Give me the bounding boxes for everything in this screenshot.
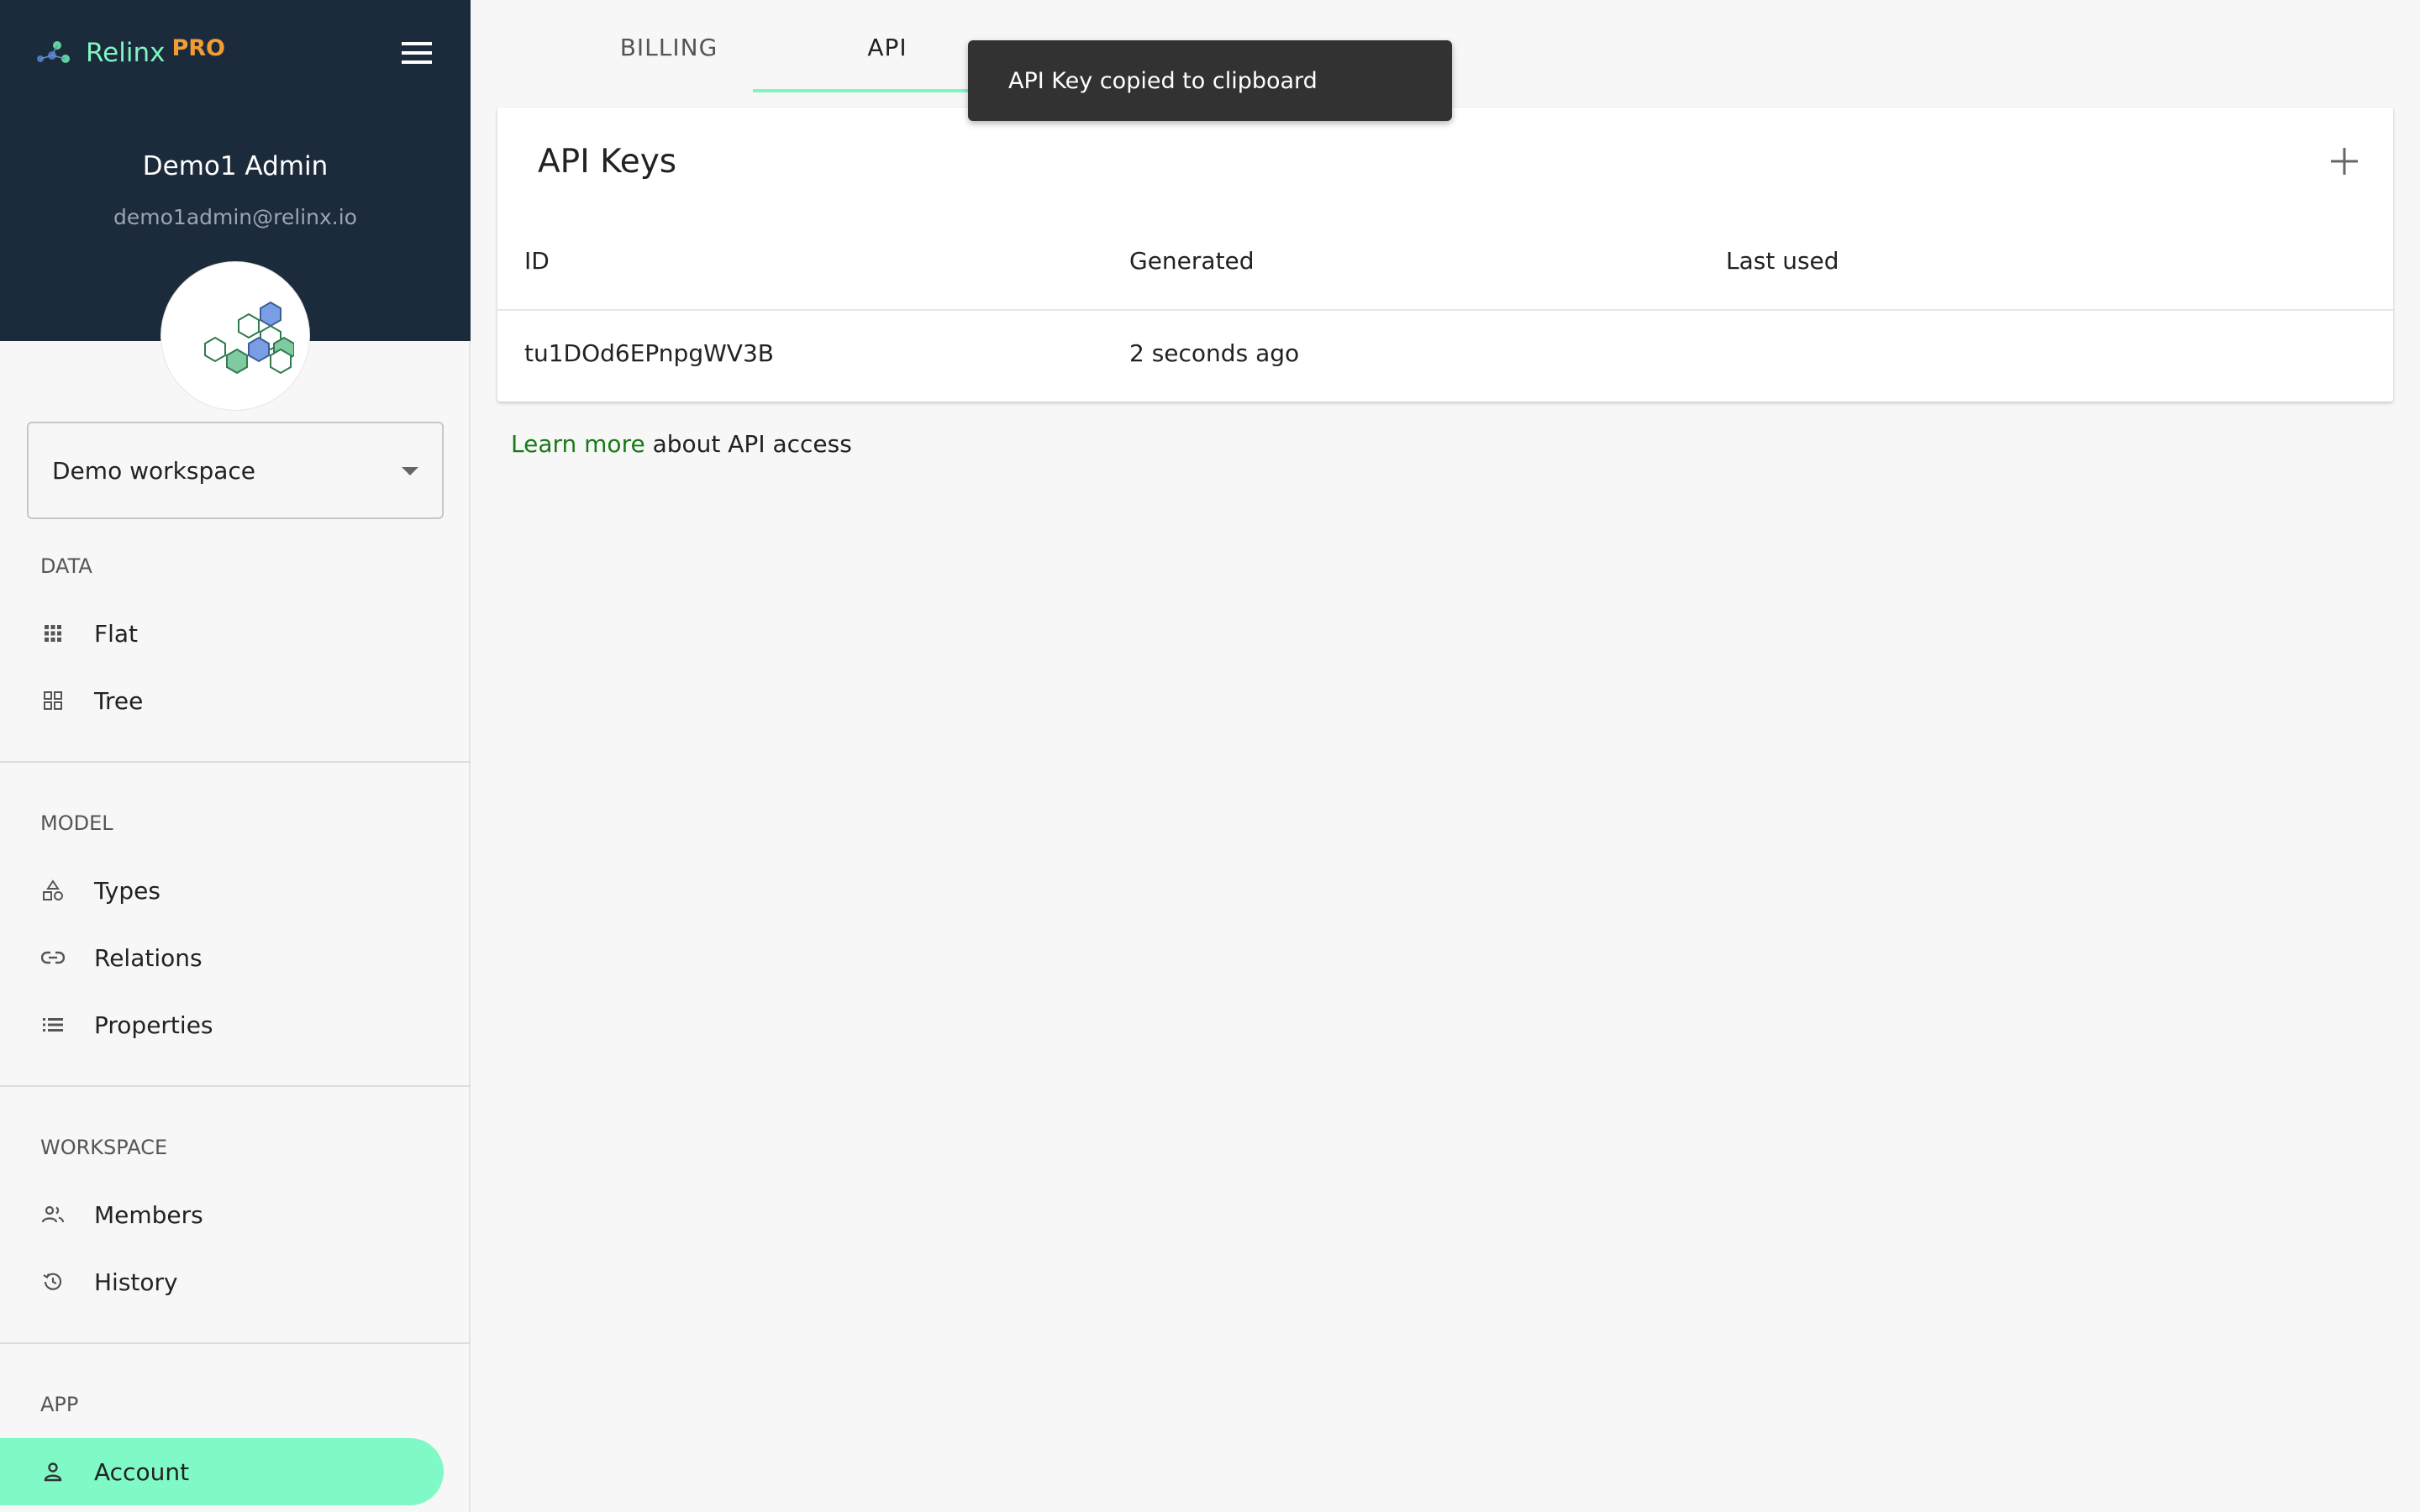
workspace-select[interactable]: Demo workspace [27, 422, 444, 519]
api-key-generated: 2 seconds ago [1129, 339, 1300, 367]
hexagon-avatar-icon [204, 301, 294, 375]
sidebar-divider [0, 1085, 471, 1087]
sidebar-item-flat[interactable]: Flat [0, 600, 444, 667]
user-name: Demo1 Admin [142, 151, 329, 181]
sidebar-item-label: Relations [94, 943, 203, 972]
sidebar-item-members[interactable]: Members [0, 1181, 444, 1248]
column-header-generated: Generated [1129, 247, 1255, 275]
learn-more-link[interactable]: Learn more [511, 430, 645, 458]
sidebar-item-label: Types [94, 876, 160, 905]
table-separator [497, 309, 2393, 311]
sidebar-item-properties[interactable]: Properties [0, 991, 444, 1058]
card-title: API Keys [538, 143, 677, 181]
sidebar: Relinx PRO Demo1 Admin demo1admin@relinx… [0, 0, 471, 1512]
learn-more-text: Learn more about API access [511, 430, 852, 458]
list-icon [40, 1012, 66, 1037]
link-icon [40, 945, 66, 970]
section-label-model: MODEL [40, 811, 113, 835]
sidebar-item-label: Tree [94, 686, 144, 715]
grid-icon [40, 621, 66, 646]
workspace-select-value: Demo workspace [52, 456, 255, 485]
sidebar-item-label: Account [94, 1457, 190, 1486]
avatar[interactable] [161, 262, 309, 410]
sidebar-item-label: History [94, 1268, 178, 1296]
brand-tier: PRO [171, 34, 225, 61]
tree-icon [40, 688, 66, 713]
person-icon [40, 1459, 66, 1484]
people-icon [40, 1202, 66, 1227]
user-email: demo1admin@relinx.io [113, 205, 357, 229]
relinx-logo-icon [37, 41, 70, 63]
column-header-last-used: Last used [1726, 247, 1839, 275]
snackbar-toast: API Key copied to clipboard [968, 40, 1452, 121]
sidebar-item-label: Properties [94, 1011, 213, 1039]
sidebar-item-tree[interactable]: Tree [0, 667, 444, 734]
sidebar-item-history[interactable]: History [0, 1248, 444, 1315]
learn-more-suffix: about API access [644, 430, 852, 458]
api-key-id[interactable]: tu1DOd6EPnpgWV3B [524, 339, 774, 367]
sidebar-item-types[interactable]: Types [0, 857, 444, 924]
sidebar-item-label: Members [94, 1200, 203, 1229]
sidebar-divider [0, 761, 471, 763]
history-icon [40, 1269, 66, 1294]
section-label-workspace: WORKSPACE [40, 1136, 168, 1159]
caret-down-icon [402, 467, 418, 475]
brand-name: Relinx [86, 38, 166, 68]
section-label-app: APP [40, 1393, 79, 1416]
toast-message: API Key copied to clipboard [1008, 67, 1318, 94]
section-label-data: DATA [40, 554, 92, 578]
api-keys-card: API Keys ID Generated Last used tu1DOd6E… [497, 108, 2393, 402]
sidebar-item-label: Flat [94, 619, 139, 648]
sidebar-divider [0, 1342, 471, 1344]
sidebar-item-relations[interactable]: Relations [0, 924, 444, 991]
add-api-key-button[interactable] [2326, 143, 2363, 180]
shapes-icon [40, 878, 66, 903]
brand[interactable]: Relinx PRO [34, 34, 225, 72]
hamburger-menu-icon[interactable] [402, 42, 432, 64]
sidebar-item-account[interactable]: Account [0, 1438, 444, 1505]
column-header-id: ID [524, 247, 550, 275]
